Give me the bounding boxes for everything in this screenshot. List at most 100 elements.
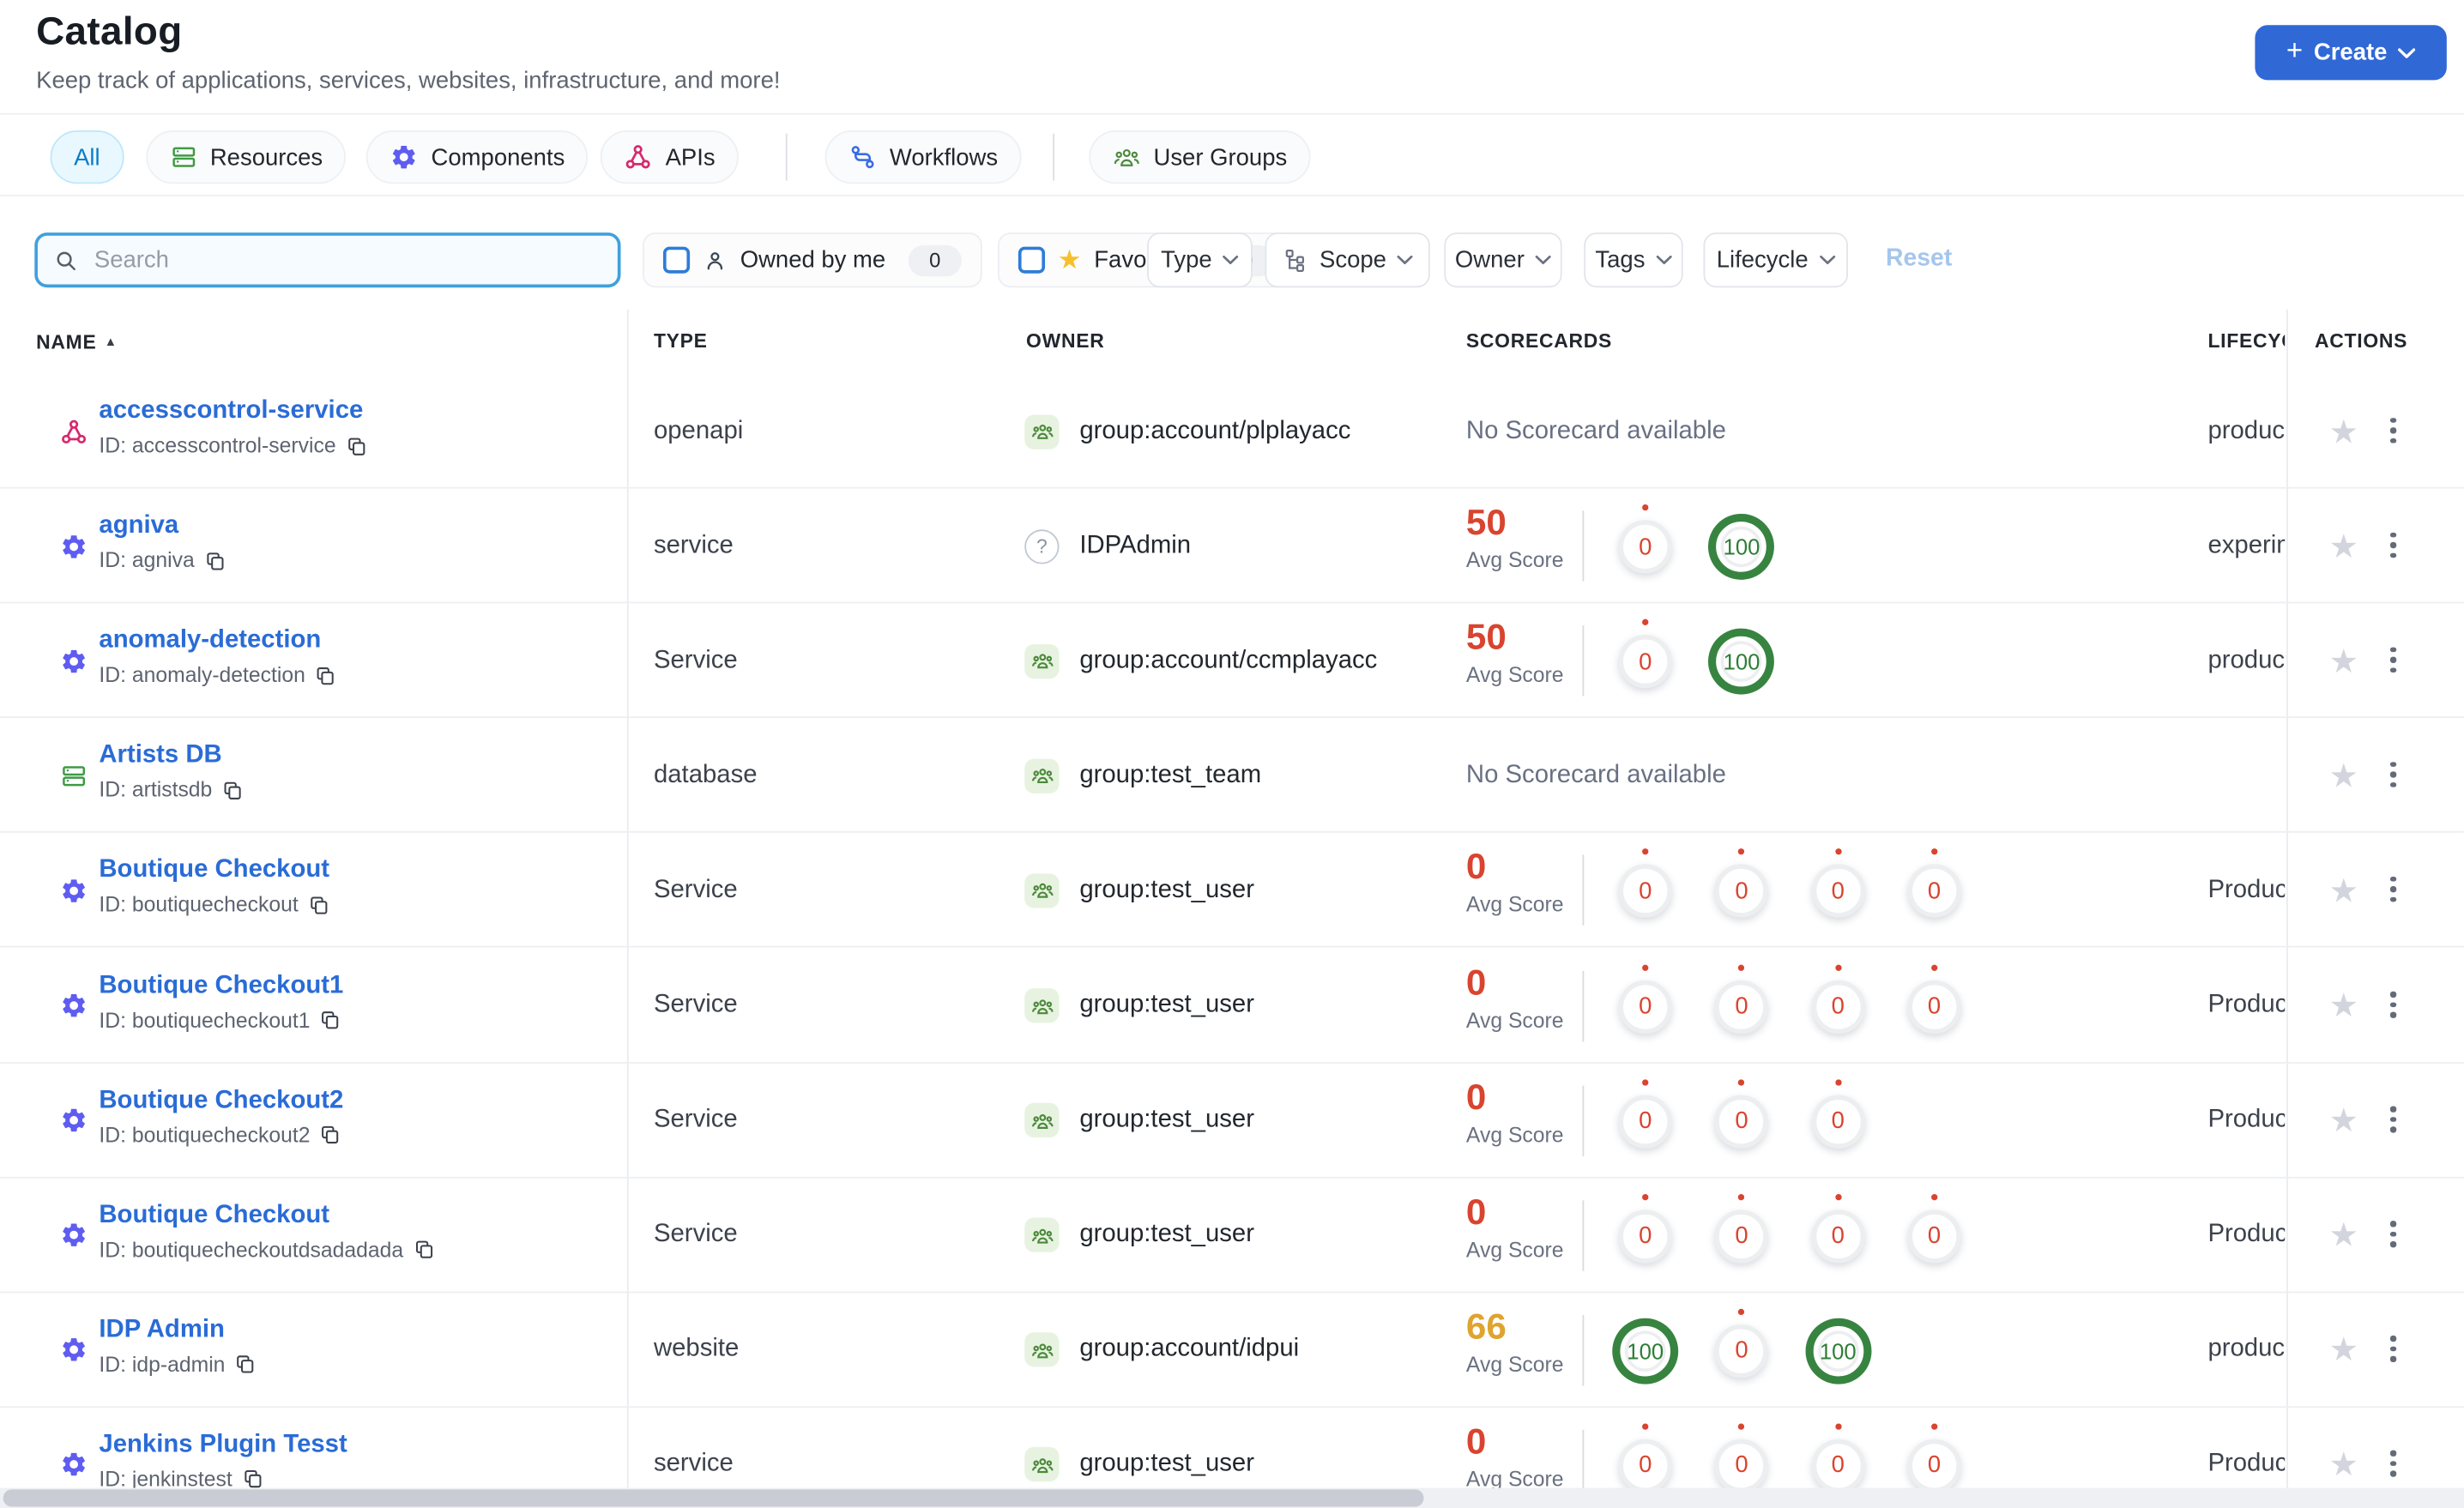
kebab-menu-button[interactable]: [2382, 647, 2405, 673]
kebab-menu-button[interactable]: [2382, 991, 2405, 1018]
favorite-star-button[interactable]: ★: [2328, 990, 2358, 1022]
scorecard-ring[interactable]: 0: [1811, 1439, 1865, 1493]
entity-name-link[interactable]: Boutique Checkout: [99, 857, 329, 885]
favorite-star-button[interactable]: ★: [2328, 416, 2358, 449]
score-dot: [1834, 963, 1841, 971]
tab-apis[interactable]: APIs: [601, 130, 740, 184]
scorecard-ring[interactable]: 0: [1618, 980, 1672, 1034]
kebab-menu-button[interactable]: [2382, 532, 2405, 558]
kebab-menu-button[interactable]: [2382, 417, 2405, 443]
kebab-menu-button[interactable]: [2382, 1221, 2405, 1247]
favorite-star-button[interactable]: ★: [2328, 1335, 2358, 1367]
group-icon: [1024, 873, 1060, 908]
scorecard-ring[interactable]: 100: [1612, 1318, 1679, 1384]
scorecard-ring[interactable]: 100: [1804, 1318, 1871, 1384]
scorecard-ring[interactable]: 0: [1714, 1324, 1769, 1378]
copy-icon[interactable]: [234, 1354, 257, 1376]
favorite-star-button[interactable]: ★: [2328, 1450, 2358, 1482]
tab-all[interactable]: All: [50, 130, 124, 184]
entity-name-link[interactable]: Artists DB: [99, 742, 221, 770]
column-header-name[interactable]: NAME ▲: [36, 310, 118, 374]
tab-user-groups[interactable]: User Groups: [1089, 130, 1311, 184]
entity-name-link[interactable]: anomaly-detection: [99, 627, 321, 655]
scorecard-ring[interactable]: 0: [1811, 1209, 1865, 1264]
scorecard-ring[interactable]: 0: [1618, 520, 1672, 574]
copy-icon[interactable]: [319, 1124, 341, 1146]
favorite-star-button[interactable]: ★: [2328, 1105, 2358, 1137]
entity-name-link[interactable]: Boutique Checkout1: [99, 972, 343, 1000]
copy-icon[interactable]: [319, 1009, 341, 1031]
scorecard-ring[interactable]: 0: [1618, 865, 1672, 919]
entity-name-link[interactable]: accesscontrol-service: [99, 397, 363, 425]
scorecard-ring[interactable]: 0: [1907, 1439, 1961, 1493]
scorecard-ring[interactable]: 0: [1907, 865, 1961, 919]
owned-by-me-checkbox[interactable]: [662, 246, 691, 274]
table-row: accesscontrol-service ID: accesscontrol-s…: [0, 374, 2464, 489]
scorecard-ring[interactable]: 0: [1714, 1094, 1769, 1149]
scorecard-ring[interactable]: 0: [1907, 980, 1961, 1034]
kebab-menu-button[interactable]: [2382, 876, 2405, 903]
reset-filters-link[interactable]: Reset: [1886, 245, 1952, 274]
search-box[interactable]: [34, 232, 621, 288]
search-input[interactable]: [91, 244, 602, 275]
scorecard-ring[interactable]: 0: [1714, 1439, 1769, 1493]
entity-name-link[interactable]: Boutique Checkout2: [99, 1087, 343, 1115]
score-divider: [1582, 970, 1585, 1041]
entity-type: Service: [653, 1221, 738, 1248]
copy-icon[interactable]: [221, 779, 244, 801]
component-entity-icon: [49, 521, 100, 571]
entity-name-link[interactable]: Jenkins Plugin Tesst: [99, 1431, 347, 1459]
entity-name-link[interactable]: Boutique Checkout: [99, 1202, 329, 1230]
scorecard-ring[interactable]: 0: [1811, 865, 1865, 919]
owner-filter-dropdown[interactable]: Owner: [1444, 232, 1562, 288]
scorecard-ring[interactable]: 100: [1708, 514, 1775, 581]
scorecard-ring[interactable]: 0: [1907, 1209, 1961, 1264]
kebab-menu-button[interactable]: [2382, 1106, 2405, 1132]
scorecard-ring[interactable]: 100: [1708, 629, 1775, 696]
copy-icon[interactable]: [413, 1239, 435, 1261]
table-row: Artists DB ID: artistsdb database group:tes…: [0, 719, 2464, 834]
scorecard-ring[interactable]: 0: [1714, 980, 1769, 1034]
owned-by-me-filter[interactable]: Owned by me 0: [643, 232, 982, 288]
favorite-star-button[interactable]: ★: [2328, 875, 2358, 908]
favorites-checkbox[interactable]: [1018, 246, 1046, 274]
tab-workflows[interactable]: Workflows: [824, 130, 1022, 184]
scorecard-ring[interactable]: 0: [1618, 1094, 1672, 1149]
table-row: Boutique Checkout ID: boutiquecheckout Ser…: [0, 833, 2464, 949]
table-row: Boutique Checkout2 ID: boutiquecheckout2 S…: [0, 1063, 2464, 1179]
favorite-star-button[interactable]: ★: [2328, 530, 2358, 563]
scorecard-ring[interactable]: 0: [1811, 980, 1865, 1034]
copy-icon[interactable]: [242, 1468, 264, 1490]
favorite-star-button[interactable]: ★: [2328, 760, 2358, 793]
scorecard-ring[interactable]: 0: [1618, 1439, 1672, 1493]
entity-name-link[interactable]: IDP Admin: [99, 1317, 225, 1345]
favorite-star-button[interactable]: ★: [2328, 1220, 2358, 1252]
favorite-star-button[interactable]: ★: [2328, 645, 2358, 678]
scorecard-ring[interactable]: 0: [1618, 635, 1672, 689]
score-dot: [1738, 1308, 1745, 1315]
horizontal-scrollbar-thumb[interactable]: [3, 1489, 1424, 1507]
lifecycle-filter-dropdown[interactable]: Lifecycle: [1703, 232, 1848, 288]
kebab-menu-button[interactable]: [2382, 1336, 2405, 1362]
entity-type: service: [653, 532, 734, 559]
scorecard-ring[interactable]: 0: [1811, 1094, 1865, 1149]
scorecard-ring[interactable]: 0: [1618, 1209, 1672, 1264]
tab-resources[interactable]: Resources: [145, 130, 347, 184]
owner-label: group:account/plplayacc: [1079, 417, 1351, 444]
score-divider: [1582, 855, 1585, 926]
copy-icon[interactable]: [315, 664, 337, 686]
copy-icon[interactable]: [308, 894, 330, 916]
kebab-menu-button[interactable]: [2382, 762, 2405, 788]
scorecard-ring[interactable]: 0: [1714, 1209, 1769, 1264]
tags-filter-dropdown[interactable]: Tags: [1584, 232, 1683, 288]
kebab-menu-button[interactable]: [2382, 1451, 2405, 1477]
scope-filter-dropdown[interactable]: Scope: [1265, 232, 1430, 288]
copy-icon[interactable]: [346, 434, 368, 456]
entity-name-link[interactable]: agniva: [99, 512, 178, 540]
create-button[interactable]: + Create: [2255, 25, 2447, 81]
copy-icon[interactable]: [204, 549, 226, 571]
tab-components[interactable]: Components: [366, 130, 589, 184]
group-icon: [1024, 988, 1060, 1023]
scorecard-ring[interactable]: 0: [1714, 865, 1769, 919]
type-filter-dropdown[interactable]: Type: [1147, 232, 1253, 288]
